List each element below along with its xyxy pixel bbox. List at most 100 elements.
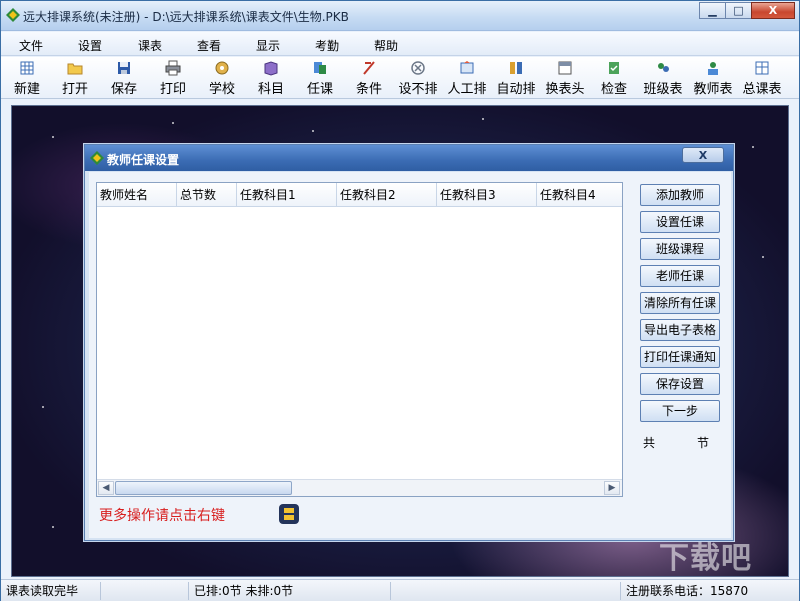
toolbar-assign-label: 任课 (306, 82, 333, 97)
column-subject-1[interactable]: 任教科目1 (237, 183, 337, 207)
toolbar-forbid-label: 设不排 (398, 82, 438, 97)
teacher-assignment-dialog: 教师任课设置 X 教师姓名 总节数 任教科目1 任教科目2 任教科目3 任教科目… (84, 144, 734, 541)
dialog-close-button[interactable]: X (682, 147, 724, 163)
window-title: 远大排课系统(未注册) - D:\远大排课系统\课表文件\生物.PKB (23, 10, 349, 24)
status-empty-2 (393, 582, 621, 600)
toolbar-teacher-table-button[interactable]: 教师表 (689, 58, 737, 98)
toolbar-check-button[interactable]: 检查 (590, 58, 638, 98)
menu-settings[interactable]: 设置 (78, 37, 102, 54)
right-click-hint: 更多操作请点击右键 (99, 508, 225, 524)
save-settings-button[interactable]: 保存设置 (640, 373, 720, 395)
toolbar-subject-button[interactable]: 科目 (247, 58, 295, 98)
total-table-icon (755, 61, 769, 75)
new-icon (20, 61, 34, 75)
dialog-title-bar: 教师任课设置 X (85, 145, 733, 171)
toolbar-auto-button[interactable]: 自动排 (492, 58, 540, 98)
star (762, 256, 764, 258)
column-subject-4[interactable]: 任教科目4 (537, 183, 622, 207)
printer-icon (165, 60, 181, 76)
menu-bar: 文件 设置 课表 查看 显示 考勤 帮助 (1, 32, 799, 56)
add-teacher-button[interactable]: 添加教师 (640, 184, 720, 206)
status-message: 课表读取完毕 (3, 582, 101, 600)
star (312, 130, 314, 132)
menu-tool-icon[interactable] (278, 503, 300, 525)
toolbar-school-button[interactable]: 学校 (198, 58, 246, 98)
horizontal-scrollbar[interactable]: ◀ ▶ (97, 479, 622, 496)
toolbar-save-label: 保存 (110, 82, 137, 97)
toolbar-class-table-label: 班级表 (643, 82, 683, 97)
star (172, 122, 174, 124)
toolbar-manual-button[interactable]: 人工排 (443, 58, 491, 98)
menu-attendance[interactable]: 考勤 (315, 37, 339, 54)
scroll-thumb[interactable] (115, 481, 292, 495)
menu-timetable[interactable]: 课表 (138, 37, 162, 54)
minimize-button[interactable]: ▁ (699, 2, 726, 19)
clear-all-assignments-button[interactable]: 清除所有任课 (640, 292, 720, 314)
menu-display[interactable]: 显示 (256, 37, 280, 54)
status-empty (103, 582, 189, 600)
column-total-periods[interactable]: 总节数 (177, 183, 237, 207)
toolbar-total-table-label: 总课表 (742, 82, 782, 97)
check-icon (609, 62, 619, 74)
toolbar-school-label: 学校 (208, 82, 235, 97)
maximize-button[interactable]: □ (725, 2, 752, 19)
save-disk-icon (118, 62, 130, 74)
toolbar-assign-button[interactable]: 任课 (296, 58, 344, 98)
forbid-icon (411, 61, 425, 75)
teacher-table[interactable]: 教师姓名 总节数 任教科目1 任教科目2 任教科目3 任教科目4 ◀ ▶ (96, 182, 623, 497)
total-periods-prefix: 共 (643, 436, 656, 450)
school-icon (215, 61, 229, 75)
close-button[interactable]: X (751, 2, 795, 19)
column-teacher-name[interactable]: 教师姓名 (97, 183, 177, 207)
toolbar-header-button[interactable]: 换表头 (541, 58, 589, 98)
set-assignment-button[interactable]: 设置任课 (640, 211, 720, 233)
dialog-body: 教师姓名 总节数 任教科目1 任教科目2 任教科目3 任教科目4 ◀ ▶ 更多操… (89, 172, 731, 538)
app-window: 远大排课系统(未注册) - D:\远大排课系统\课表文件\生物.PKB ▁ □ … (0, 0, 800, 601)
toolbar-condition-label: 条件 (355, 82, 382, 97)
export-spreadsheet-button[interactable]: 导出电子表格 (640, 319, 720, 341)
toolbar-save-button[interactable]: 保存 (100, 58, 148, 98)
toolbar-forbid-button[interactable]: 设不排 (394, 58, 442, 98)
app-logo-icon (6, 8, 20, 22)
toolbar-condition-button[interactable]: 条件 (345, 58, 393, 98)
toolbar-open-label: 打开 (61, 82, 88, 97)
menu-view[interactable]: 查看 (197, 37, 221, 54)
toolbar-class-table-button[interactable]: 班级表 (639, 58, 687, 98)
print-notice-button[interactable]: 打印任课通知 (640, 346, 720, 368)
toolbar-manual-label: 人工排 (447, 82, 487, 97)
condition-icon (363, 61, 375, 75)
toolbar-header-label: 换表头 (545, 82, 585, 97)
title-bar: 远大排课系统(未注册) - D:\远大排课系统\课表文件\生物.PKB ▁ □ … (1, 1, 799, 31)
toolbar-teacher-table-label: 教师表 (693, 82, 733, 97)
column-subject-2[interactable]: 任教科目2 (337, 183, 437, 207)
window-controls: ▁ □ X (699, 2, 795, 19)
teacher-assignment-button[interactable]: 老师任课 (640, 265, 720, 287)
column-subject-3[interactable]: 任教科目3 (437, 183, 537, 207)
next-step-button[interactable]: 下一步 (640, 400, 720, 422)
toolbar-print-label: 打印 (159, 82, 186, 97)
menu-file[interactable]: 文件 (19, 37, 43, 54)
manual-icon (460, 61, 474, 74)
dialog-title: 教师任课设置 (107, 153, 180, 167)
open-folder-icon (67, 63, 83, 75)
assign-icon (314, 62, 326, 74)
class-courses-button[interactable]: 班级课程 (640, 238, 720, 260)
site-watermark: 下载吧 (659, 541, 752, 576)
scroll-left-icon[interactable]: ◀ (98, 481, 114, 495)
toolbar-new-label: 新建 (13, 82, 40, 97)
toolbar-total-table-button[interactable]: 总课表 (738, 58, 786, 98)
menu-help[interactable]: 帮助 (374, 37, 398, 54)
toolbar-auto-label: 自动排 (496, 82, 536, 97)
star (52, 526, 54, 528)
toolbar-new-button[interactable]: 新建 (3, 58, 51, 98)
total-periods-suffix: 节 (697, 436, 710, 450)
toolbar-print-button[interactable]: 打印 (149, 58, 197, 98)
toolbar: 新建 打开 保存 打印 学校 科目 任课 条件 设不排 人工排 自动排 换表头 … (1, 57, 799, 99)
header-icon (558, 61, 572, 75)
status-schedule-count: 已排:0节 未排:0节 (191, 582, 391, 600)
toolbar-open-button[interactable]: 打开 (51, 58, 99, 98)
status-bar: 课表读取完毕 已排:0节 未排:0节 注册联系电话：15870 (1, 579, 799, 601)
scroll-right-icon[interactable]: ▶ (604, 481, 620, 495)
dialog-logo-icon (90, 151, 104, 165)
teacher-table-icon (708, 62, 718, 75)
